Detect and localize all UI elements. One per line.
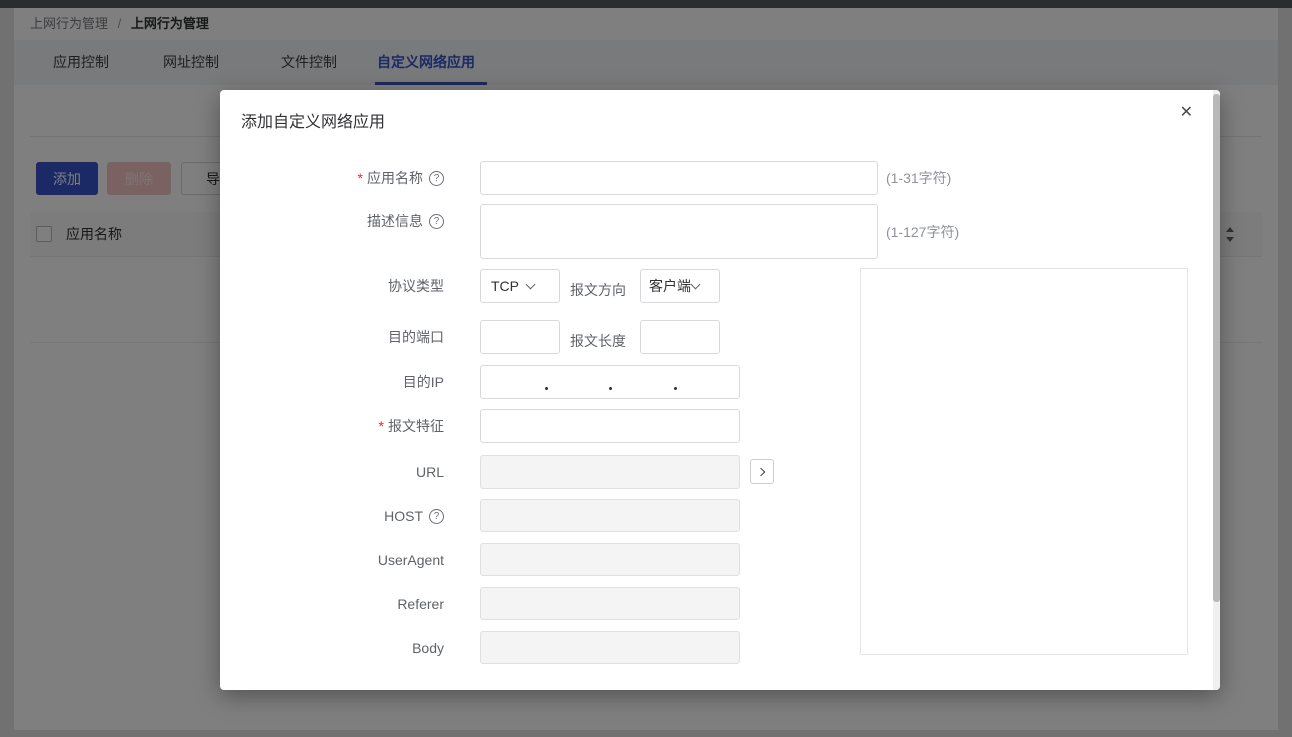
host-input [480,499,740,532]
referer-input [480,587,740,620]
field-label-description: 描述信息 ? [240,204,444,238]
dialog-scrollbar-track[interactable] [1213,90,1220,690]
field-label-packet-length: 报文长度 [570,333,626,349]
url-expand-button[interactable] [750,459,774,484]
chevron-right-icon [756,467,766,476]
page: 上网行为管理 / 上网行为管理 应用控制 网址控制 文件控制 自定义网络应用 添… [0,0,1292,737]
required-marker: * [378,418,384,434]
direction-select[interactable]: 客户端 [640,269,720,303]
dest-ip-input[interactable] [480,365,740,399]
dialog-scrollbar-thumb[interactable] [1213,94,1220,602]
url-input [480,455,740,489]
help-icon-app-name[interactable]: ? [429,170,444,186]
signature-input[interactable] [480,409,740,443]
field-label-dest-port: 目的端口 [388,329,444,345]
protocol-select[interactable]: TCP [480,269,560,303]
field-label-signature: * 报文特征 [378,418,444,434]
app-name-input[interactable] [480,161,878,195]
dest-port-input[interactable] [480,320,560,354]
useragent-input [480,543,740,576]
field-label-referer: Referer [397,596,444,612]
add-custom-app-dialog: 添加自定义网络应用 ✕ * 应用名称 ? (1-31字符) 描述信息 ? (1-… [220,90,1220,690]
preview-panel [860,268,1188,655]
description-hint: (1-127字符) [886,224,960,240]
field-label-app-name: * 应用名称 ? [240,161,444,195]
chevron-down-icon [525,279,536,289]
field-label-protocol: 协议类型 [388,278,444,294]
field-label-url: URL [415,464,444,480]
close-icon[interactable]: ✕ [1180,103,1193,123]
description-textarea[interactable] [480,204,878,259]
chevron-down-icon [690,279,701,289]
body-input [480,631,740,664]
field-label-direction: 报文方向 [570,282,626,298]
required-marker: * [357,170,363,186]
dialog-title: 添加自定义网络应用 [241,114,386,131]
field-label-dest-ip: 目的IP [402,374,444,390]
packet-length-input[interactable] [640,320,720,354]
field-label-body: Body [412,640,444,656]
field-label-host: HOST ? [240,499,444,533]
help-icon-description[interactable]: ? [429,213,444,229]
app-name-hint: (1-31字符) [886,170,952,186]
field-label-useragent: UserAgent [377,552,444,568]
help-icon-host[interactable]: ? [429,508,444,524]
